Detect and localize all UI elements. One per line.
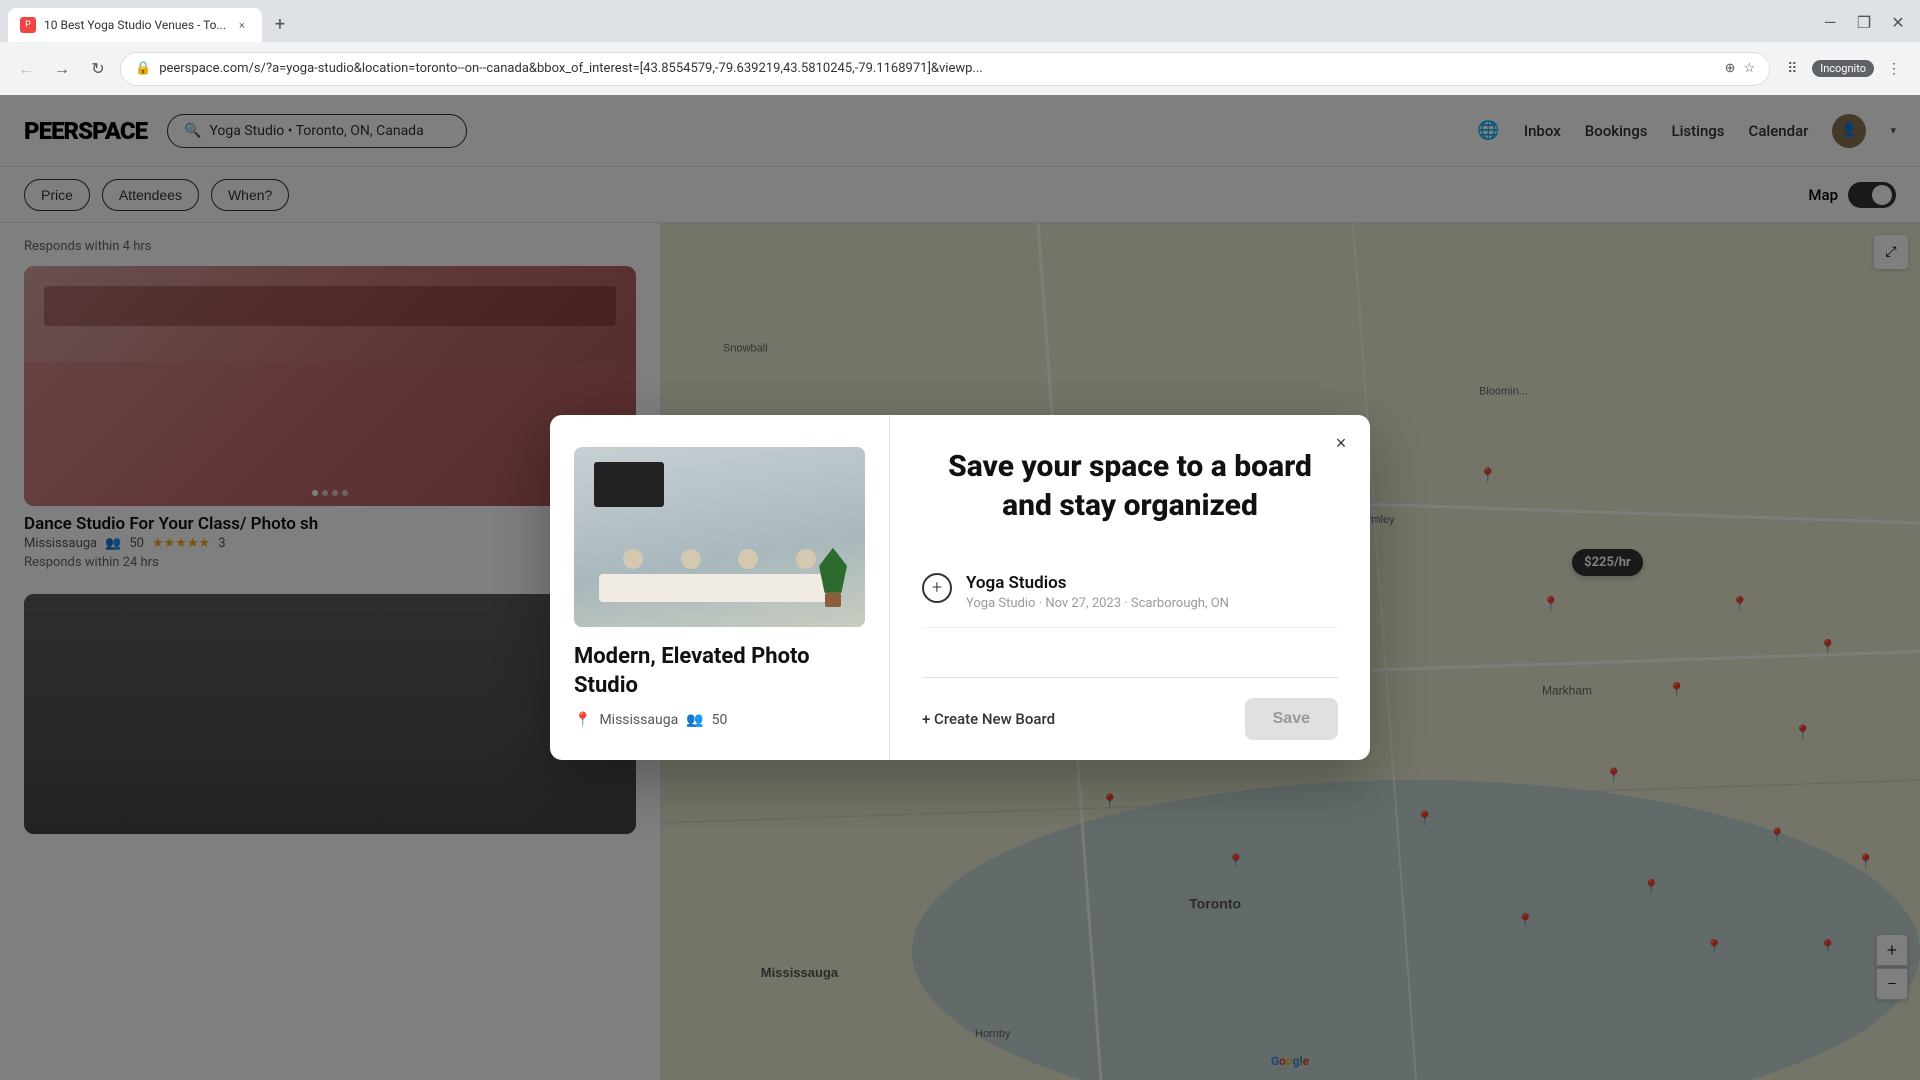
browser-controls: ← → ↻ 🔒 peerspace.com/s/?a=yoga-studio&l… xyxy=(0,42,1920,95)
url-text: peerspace.com/s/?a=yoga-studio&location=… xyxy=(159,61,1716,76)
venue-tv xyxy=(594,462,664,507)
venue-attendees: 50 xyxy=(712,712,728,728)
board-date: Nov 27, 2023 xyxy=(1045,596,1121,611)
save-board-modal: × xyxy=(550,415,1370,760)
modal-venue-title: Modern, Elevated Photo Studio xyxy=(574,643,865,700)
menu-button[interactable]: ⋮ xyxy=(1880,55,1908,83)
tab-favicon: P xyxy=(20,17,36,33)
board-info: Yoga Studios Yoga Studio · Nov 27, 2023 … xyxy=(966,573,1229,611)
forward-button[interactable]: → xyxy=(48,55,76,83)
tab-close-button[interactable]: × xyxy=(234,17,250,33)
modal-spacer xyxy=(922,628,1338,677)
board-meta: Yoga Studio · Nov 27, 2023 · Scarborough… xyxy=(966,596,1229,611)
browser-chrome: P 10 Best Yoga Studio Venues - To... × +… xyxy=(0,0,1920,95)
modal-right-panel: Save your space to a board and stay orga… xyxy=(890,415,1370,760)
back-button[interactable]: ← xyxy=(12,55,40,83)
venue-location-icon: 📍 xyxy=(574,712,591,728)
modal-overlay[interactable]: × xyxy=(0,95,1920,1080)
close-window-button[interactable]: ✕ xyxy=(1884,8,1912,36)
restore-button[interactable]: ❐ xyxy=(1850,8,1878,36)
modal-venue-image xyxy=(574,447,865,627)
modal-close-button[interactable]: × xyxy=(1326,429,1356,459)
browser-tab[interactable]: P 10 Best Yoga Studio Venues - To... × xyxy=(8,8,262,42)
new-tab-button[interactable]: + xyxy=(266,10,294,38)
incognito-badge: Incognito xyxy=(1812,60,1874,77)
modal-left-panel: Modern, Elevated Photo Studio 📍 Mississa… xyxy=(550,415,890,760)
browser-action-icons: ⠿ Incognito ⋮ xyxy=(1778,55,1908,83)
tab-title: 10 Best Yoga Studio Venues - To... xyxy=(44,18,226,32)
board-location: Scarborough, ON xyxy=(1131,596,1229,611)
modal-title-line1: Save your space to a board xyxy=(948,449,1312,484)
save-button[interactable]: Save xyxy=(1245,698,1338,740)
venue-location: Mississauga xyxy=(599,712,678,728)
board-separator2: · xyxy=(1124,596,1131,611)
modal-venue-meta: 📍 Mississauga 👥 50 xyxy=(574,712,865,728)
refresh-button[interactable]: ↻ xyxy=(84,55,112,83)
board-name: Yoga Studios xyxy=(966,573,1229,593)
browser-titlebar: P 10 Best Yoga Studio Venues - To... × +… xyxy=(0,0,1920,42)
minimize-button[interactable]: — xyxy=(1816,8,1844,36)
venue-image-decoration xyxy=(574,447,865,627)
board-item[interactable]: + Yoga Studios Yoga Studio · Nov 27, 202… xyxy=(922,557,1338,628)
modal-title-line2: and stay organized xyxy=(1002,488,1258,523)
board-type: Yoga Studio xyxy=(966,596,1035,611)
address-bar[interactable]: 🔒 peerspace.com/s/?a=yoga-studio&locatio… xyxy=(120,52,1770,86)
modal-title: Save your space to a board and stay orga… xyxy=(922,447,1338,525)
venue-attendees-icon: 👥 xyxy=(686,712,703,728)
create-new-board-button[interactable]: + Create New Board xyxy=(922,710,1055,728)
extensions-button[interactable]: ⠿ xyxy=(1778,55,1806,83)
board-add-icon: + xyxy=(922,573,952,603)
modal-footer: + Create New Board Save xyxy=(922,677,1338,760)
